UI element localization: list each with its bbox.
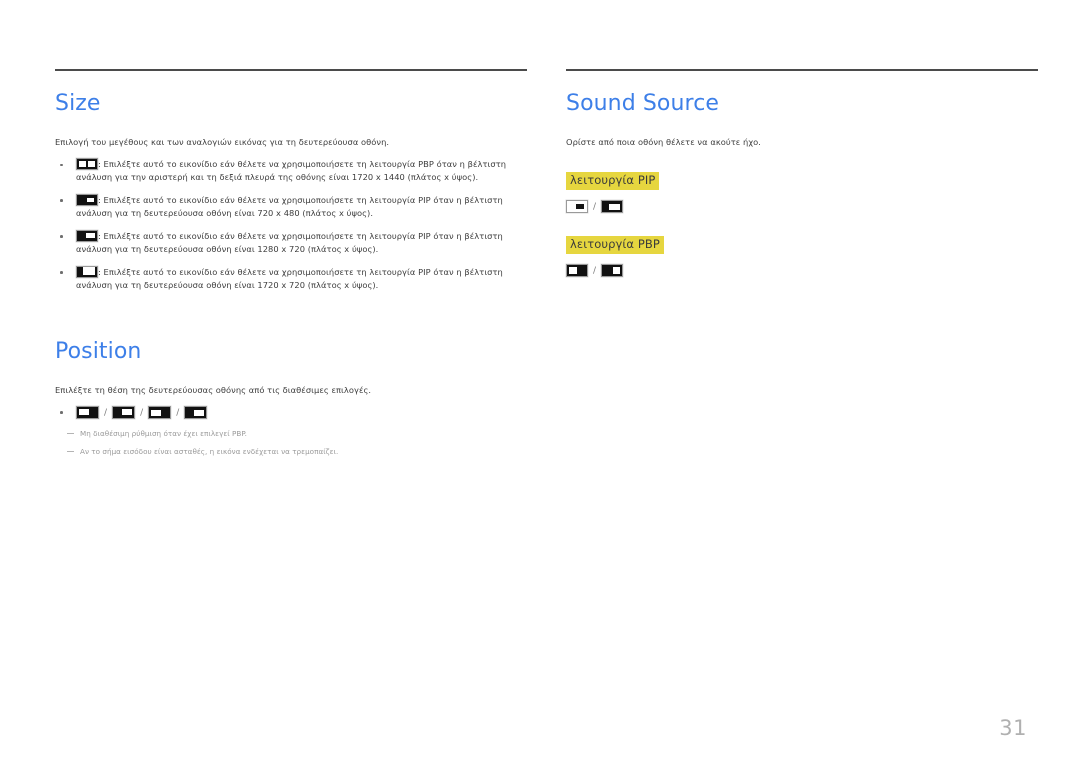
position-notes: Μη διαθέσιμη ρύθμιση όταν έχει επιλεγεί …	[67, 429, 535, 458]
list-item: : Επιλέξτε αυτό το εικονίδιο εάν θέλετε …	[55, 265, 535, 293]
sound-pip-icon-row: /	[566, 200, 1046, 214]
list-item: : Επιλέξτε αυτό το εικονίδιο εάν θέλετε …	[55, 193, 535, 221]
page-title-position: Position	[55, 338, 142, 364]
icon-separator: /	[140, 407, 144, 418]
icon-separator: /	[593, 265, 597, 276]
list-item-label: : Επιλέξτε αυτό το εικονίδιο εάν θέλετε …	[76, 194, 503, 219]
left-column: Size Επιλογή του μεγέθους και των αναλογ…	[55, 0, 535, 465]
sound-pip-sub-icon[interactable]	[601, 200, 624, 214]
size-bullet-list: : Επιλέξτε αυτό το εικονίδιο εάν θέλετε …	[55, 158, 535, 293]
position-bottom-left-icon[interactable]	[148, 406, 172, 420]
position-intro-text: Επιλέξτε τη θέση της δευτερεύουσας οθόνη…	[55, 384, 372, 395]
two-column-layout: Size Επιλογή του μεγέθους και των αναλογ…	[0, 0, 1080, 465]
sound-pbp-left-icon[interactable]	[566, 264, 588, 278]
page-title-sound-source: Sound Source	[566, 91, 720, 116]
list-item: / / /	[55, 406, 535, 421]
highlight-label-pip-mode: λειτουργία PIP	[566, 172, 660, 191]
icon-separator: /	[104, 407, 108, 418]
sound-source-intro-text: Ορίστε από ποια οθόνη θέλετε να ακούτε ή…	[566, 137, 761, 148]
size-intro-text: Επιλογή του μεγέθους και των αναλογιών ε…	[55, 137, 390, 148]
section-rule-size	[55, 69, 527, 71]
position-icon-row: / / /	[76, 406, 535, 421]
right-column: Sound Source Ορίστε από ποια οθόνη θέλετ…	[566, 0, 1046, 465]
pbp-half-split-icon	[76, 158, 98, 171]
pip-medium-icon	[76, 229, 98, 242]
list-item: : Επιλέξτε αυτό το εικονίδιο εάν θέλετε …	[55, 158, 535, 185]
page-title-size: Size	[55, 91, 101, 116]
pip-large-icon	[76, 265, 98, 278]
note-item: Αν το σήμα εισόδου είναι ασταθές, η εικό…	[67, 447, 535, 458]
page-number: 31	[999, 716, 1027, 740]
highlight-label-pbp-mode: λειτουργία PBP	[566, 236, 664, 255]
icon-separator: /	[176, 407, 180, 418]
list-item: : Επιλέξτε αυτό το εικονίδιο εάν θέλετε …	[55, 229, 535, 257]
sound-pbp-icon-row: /	[566, 264, 1046, 278]
position-top-right-icon[interactable]	[112, 406, 136, 420]
sound-pip-main-icon[interactable]	[566, 200, 588, 214]
manual-page: Size Επιλογή του μεγέθους και των αναλογ…	[0, 0, 1080, 763]
icon-separator: /	[593, 201, 597, 212]
pip-small-icon	[76, 193, 98, 206]
note-item: Μη διαθέσιμη ρύθμιση όταν έχει επιλεγεί …	[67, 429, 535, 440]
list-item-label: : Επιλέξτε αυτό το εικονίδιο εάν θέλετε …	[76, 230, 503, 255]
position-bottom-right-icon[interactable]	[184, 406, 208, 420]
list-item-label: : Επιλέξτε αυτό το εικονίδιο εάν θέλετε …	[76, 266, 503, 291]
list-item-label: : Επιλέξτε αυτό το εικονίδιο εάν θέλετε …	[76, 159, 507, 183]
sound-pbp-right-icon[interactable]	[601, 264, 624, 278]
position-bullet-list: / / /	[55, 406, 535, 421]
section-rule-sound-source	[566, 69, 1038, 71]
position-top-left-icon[interactable]	[76, 406, 99, 420]
